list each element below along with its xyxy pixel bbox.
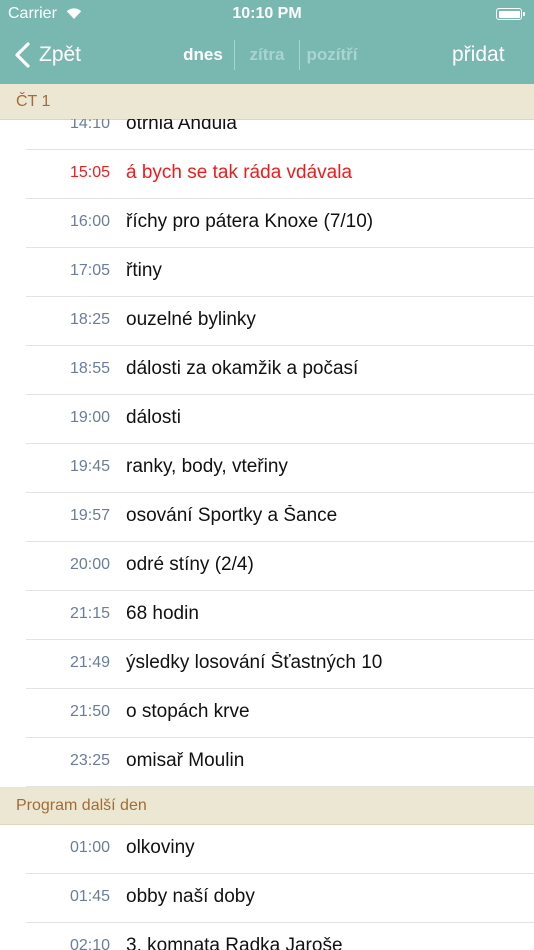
program-time: 21:50 (69, 703, 110, 720)
program-row[interactable]: 19:00 dálosti (0, 395, 534, 444)
program-time: 16:00 (69, 213, 110, 230)
program-row[interactable]: 17:05 řtiny (0, 248, 534, 297)
program-title: řtiny (126, 260, 162, 281)
program-title: á bych se tak ráda vdávala (126, 162, 353, 183)
program-time: 14:10 (69, 119, 110, 132)
status-time: 10:10 PM (232, 5, 302, 22)
program-time: 01:45 (69, 888, 110, 905)
program-row[interactable]: 01:00 olkoviny (0, 825, 534, 874)
program-time: 02:10 (69, 937, 110, 950)
program-row[interactable]: 16:00 říchy pro pátera Knoxe (7/10) (0, 199, 534, 248)
program-time: 19:57 (69, 507, 110, 524)
program-time: 01:00 (69, 839, 110, 856)
program-time: 21:15 (69, 605, 110, 622)
channel-header: ČT 1 (0, 84, 534, 120)
program-title: říchy pro pátera Knoxe (7/10) (126, 211, 374, 232)
battery-icon (496, 8, 525, 20)
program-row[interactable]: 23:25 omisař Moulin (0, 738, 534, 787)
status-bar: Carrier 10:10 PM (0, 0, 534, 28)
program-time: 21:49 (69, 654, 110, 671)
program-time: 15:05 (69, 164, 110, 181)
program-list[interactable]: 14:10 otrhlá Andula 15:05 á bych se tak rád… (0, 119, 534, 950)
program-title: dálosti (126, 407, 181, 428)
add-button[interactable]: přidat (452, 40, 505, 70)
day-tab-day-after[interactable]: pozítří (300, 40, 364, 70)
back-button[interactable]: Zpět (14, 40, 81, 70)
program-row[interactable]: 19:57 osování Sportky a Šance (0, 493, 534, 542)
program-row[interactable]: 02:10 3. komnata Radka Jaroše (0, 923, 534, 950)
top-bar: Carrier 10:10 PM Zpět dnes zítra pozítří… (0, 0, 534, 84)
program-row[interactable]: 19:45 ranky, body, vteřiny (0, 444, 534, 493)
day-tab-tomorrow[interactable]: zítra (235, 40, 299, 70)
program-row[interactable]: 15:05 á bych se tak ráda vdávala (0, 150, 534, 199)
program-row[interactable]: 21:49 ýsledky losování Šťastných 10 (0, 640, 534, 689)
program-title: ranky, body, vteřiny (126, 456, 288, 477)
next-day-header: Program další den (0, 787, 534, 825)
program-time: 23:25 (69, 752, 110, 769)
program-row[interactable]: 18:25 ouzelné bylinky (0, 297, 534, 346)
program-time: 19:00 (69, 409, 110, 426)
program-time: 18:55 (69, 360, 110, 377)
program-row[interactable]: 01:45 obby naší doby (0, 874, 534, 923)
program-row[interactable]: 21:15 68 hodin (0, 591, 534, 640)
program-title: ouzelné bylinky (126, 309, 256, 330)
program-row[interactable]: 21:50 o stopách krve (0, 689, 534, 738)
program-title: osování Sportky a Šance (126, 505, 338, 526)
program-title: o stopách krve (126, 701, 250, 722)
program-time: 18:25 (69, 311, 110, 328)
program-title: 68 hodin (126, 603, 199, 624)
chevron-left-icon (15, 42, 30, 68)
program-title: 3. komnata Radka Jaroše (126, 935, 343, 950)
program-title: odré stíny (2/4) (126, 554, 254, 575)
program-title: ýsledky losování Šťastných 10 (126, 652, 383, 673)
program-time: 17:05 (69, 262, 110, 279)
program-time: 19:45 (69, 458, 110, 475)
day-tab-today[interactable]: dnes (172, 40, 234, 70)
navigation-bar: Zpět dnes zítra pozítří přidat (0, 28, 534, 84)
back-label: Zpět (39, 43, 82, 66)
program-title: omisař Moulin (126, 750, 245, 771)
program-row[interactable]: 18:55 dálosti za okamžik a počasí (0, 346, 534, 395)
program-title: obby naší doby (126, 886, 255, 907)
program-title: olkoviny (126, 837, 195, 858)
program-title: otrhlá Andula (126, 119, 237, 134)
program-row[interactable]: 14:10 otrhlá Andula (0, 119, 534, 150)
program-time: 20:00 (69, 556, 110, 573)
program-row[interactable]: 20:00 odré stíny (2/4) (0, 542, 534, 591)
program-title: dálosti za okamžik a počasí (126, 358, 359, 379)
day-selector: dnes zítra pozítří (172, 40, 372, 70)
